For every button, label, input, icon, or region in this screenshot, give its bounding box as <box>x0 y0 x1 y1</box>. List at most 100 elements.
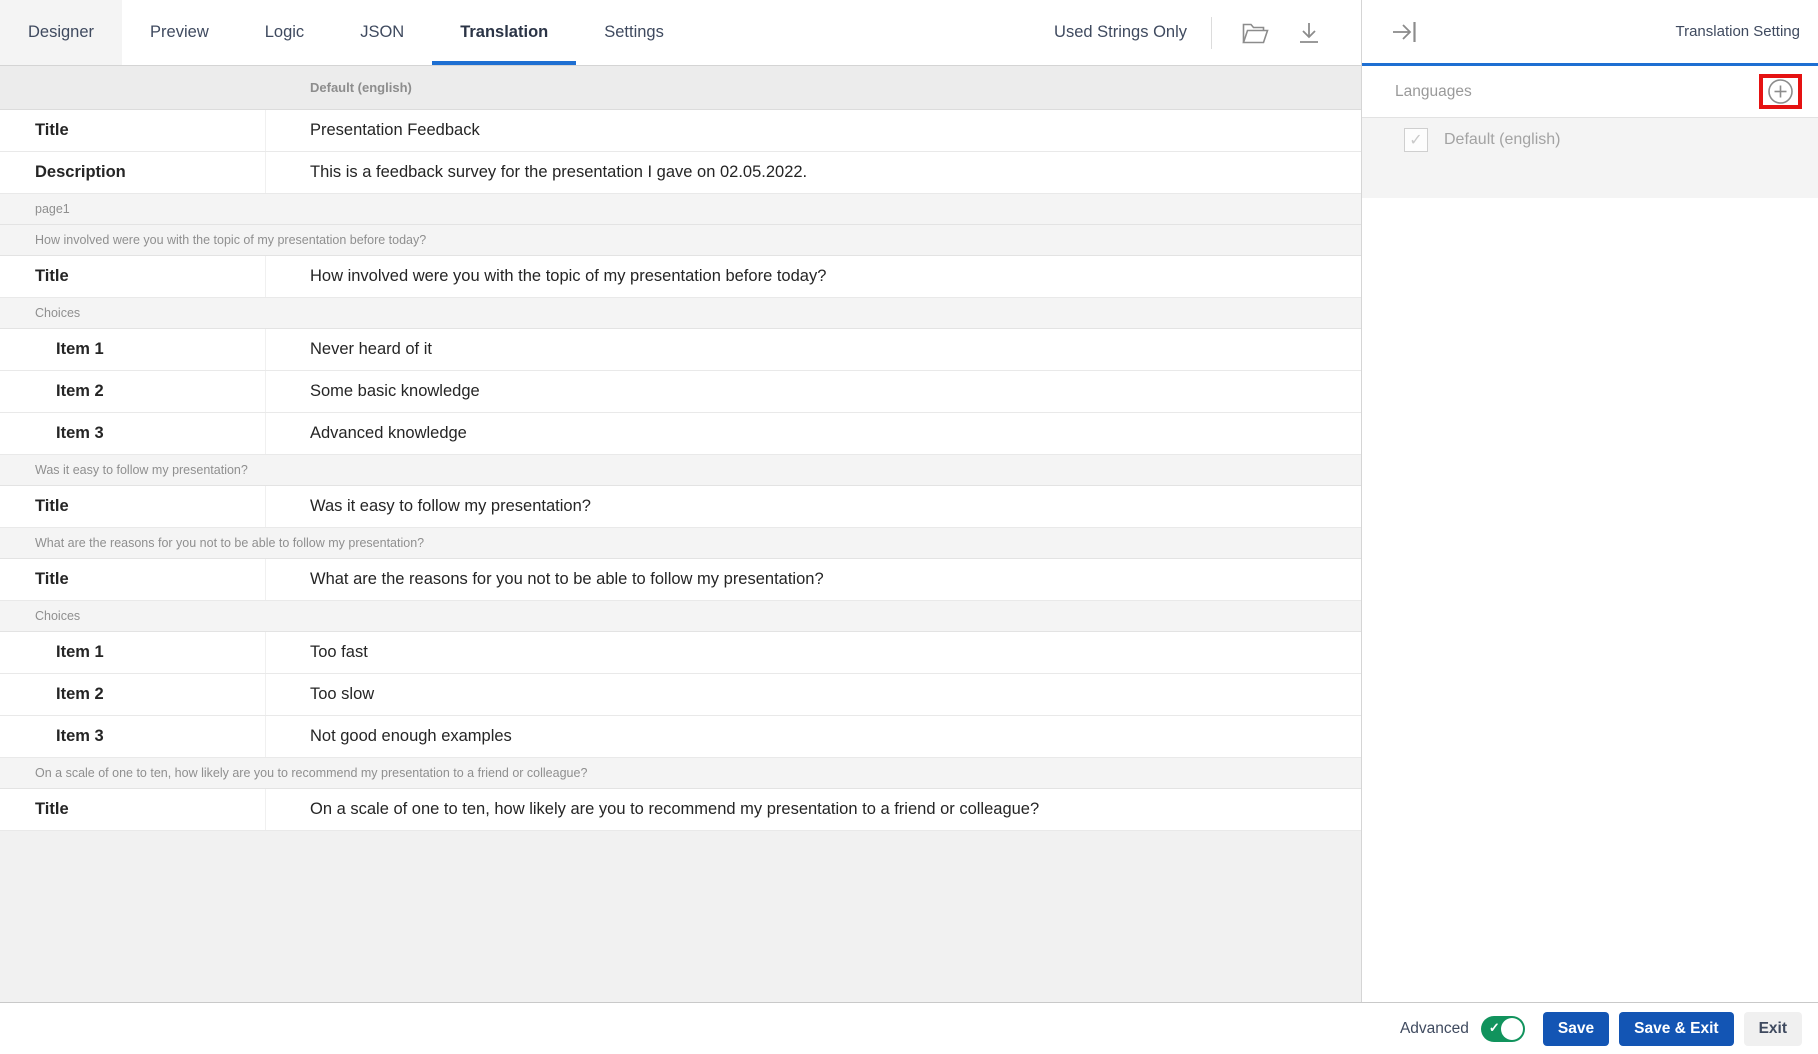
tab-label: Designer <box>28 23 94 42</box>
translation-value-cell[interactable]: Some basic knowledge <box>266 371 1361 412</box>
translation-row: TitleHow involved were you with the topi… <box>0 256 1361 298</box>
section-label: Was it easy to follow my presentation? <box>35 463 248 477</box>
translation-value-cell[interactable]: How involved were you with the topic of … <box>266 256 1361 297</box>
section-row: page1 <box>0 194 1361 225</box>
translation-value-cell[interactable]: This is a feedback survey for the presen… <box>266 152 1361 193</box>
tab-label: Preview <box>150 23 209 42</box>
translation-row: TitleOn a scale of one to ten, how likel… <box>0 789 1361 831</box>
row-label: Title <box>0 486 266 527</box>
tab-label: Logic <box>265 23 304 42</box>
export-button[interactable] <box>1297 21 1321 45</box>
toggle-knob <box>1501 1018 1523 1040</box>
translation-row: TitleWhat are the reasons for you not to… <box>0 559 1361 601</box>
translation-row: Item 1Too fast <box>0 632 1361 674</box>
creator-tab-bar: Designer Preview Logic JSON Translation … <box>0 0 1361 66</box>
section-row: Choices <box>0 601 1361 632</box>
tab-label: Settings <box>604 23 664 42</box>
section-label: Choices <box>35 306 80 320</box>
table-empty-area <box>0 831 1361 1002</box>
section-label: On a scale of one to ten, how likely are… <box>35 766 587 780</box>
translation-value-cell[interactable]: Not good enough examples <box>266 716 1361 757</box>
open-folder-icon <box>1242 22 1269 44</box>
collapse-panel-button[interactable] <box>1392 21 1418 43</box>
tab-json[interactable]: JSON <box>332 0 432 65</box>
check-icon: ✓ <box>1489 1020 1500 1036</box>
translation-row: Item 1Never heard of it <box>0 329 1361 371</box>
check-icon: ✓ <box>1409 130 1422 150</box>
language-list: ✓ Default (english) <box>1362 118 1818 198</box>
languages-label: Languages <box>1395 83 1472 101</box>
save-button[interactable]: Save <box>1543 1012 1609 1046</box>
tab-designer[interactable]: Designer <box>0 0 122 65</box>
used-strings-only-control[interactable]: Used Strings Only <box>1054 23 1187 42</box>
tab-label: Translation <box>460 23 548 42</box>
row-label: Title <box>0 110 266 151</box>
translation-value-cell[interactable]: What are the reasons for you not to be a… <box>266 559 1361 600</box>
tab-logic[interactable]: Logic <box>237 0 332 65</box>
section-row: Was it easy to follow my presentation? <box>0 455 1361 486</box>
arrow-right-to-bar-icon <box>1392 21 1418 43</box>
translation-value-cell[interactable]: Presentation Feedback <box>266 110 1361 151</box>
languages-header: Languages <box>1362 66 1818 118</box>
translation-table: Default (english) TitlePresentation Feed… <box>0 66 1361 1002</box>
translation-value-cell[interactable]: Was it easy to follow my presentation? <box>266 486 1361 527</box>
row-label: Title <box>0 559 266 600</box>
row-label: Item 2 <box>0 371 266 412</box>
row-label: Title <box>0 789 266 830</box>
section-label: page1 <box>35 202 70 216</box>
add-language-button[interactable] <box>1767 78 1794 105</box>
app-window: Designer Preview Logic JSON Translation … <box>0 0 1818 1002</box>
download-icon <box>1297 21 1321 45</box>
section-label: What are the reasons for you not to be a… <box>35 536 424 550</box>
tab-translation[interactable]: Translation <box>432 0 576 65</box>
translation-row: TitleWas it easy to follow my presentati… <box>0 486 1361 528</box>
column-header-label: Default (english) <box>0 80 412 95</box>
translation-toolbar: Used Strings Only <box>1054 0 1361 65</box>
row-label: Item 3 <box>0 413 266 454</box>
tab-settings[interactable]: Settings <box>576 0 692 65</box>
language-item-default: ✓ Default (english) <box>1362 118 1818 162</box>
panel-title: Translation Setting <box>1675 23 1800 40</box>
language-column-header: Default (english) <box>0 66 1361 110</box>
translation-settings-panel: Translation Setting Languages ✓ <box>1362 0 1818 1002</box>
section-label: How involved were you with the topic of … <box>35 233 426 247</box>
section-row: What are the reasons for you not to be a… <box>0 528 1361 559</box>
active-tab-underline <box>432 61 576 65</box>
translation-row: TitlePresentation Feedback <box>0 110 1361 152</box>
language-name: Default (english) <box>1444 131 1561 149</box>
translation-value-cell[interactable]: Never heard of it <box>266 329 1361 370</box>
row-label: Item 1 <box>0 329 266 370</box>
translation-editor: Designer Preview Logic JSON Translation … <box>0 0 1362 1002</box>
translation-row: Item 2Some basic knowledge <box>0 371 1361 413</box>
translation-value-cell[interactable]: Advanced knowledge <box>266 413 1361 454</box>
translation-row: Item 2Too slow <box>0 674 1361 716</box>
translation-value-cell[interactable]: Too fast <box>266 632 1361 673</box>
advanced-label: Advanced <box>1400 1020 1469 1038</box>
translation-row: Item 3Not good enough examples <box>0 716 1361 758</box>
creator-footer: Advanced ✓ Save Save & Exit Exit <box>0 1002 1818 1054</box>
section-row: Choices <box>0 298 1361 329</box>
row-label: Title <box>0 256 266 297</box>
plus-circle-icon <box>1767 78 1794 105</box>
translation-value-cell[interactable]: On a scale of one to ten, how likely are… <box>266 789 1361 830</box>
annotation-highlight <box>1759 74 1802 109</box>
import-button[interactable] <box>1242 22 1269 44</box>
language-checkbox[interactable]: ✓ <box>1404 128 1428 152</box>
translation-value-cell[interactable]: Too slow <box>266 674 1361 715</box>
exit-button[interactable]: Exit <box>1744 1012 1802 1046</box>
row-label: Item 2 <box>0 674 266 715</box>
row-label: Item 1 <box>0 632 266 673</box>
panel-header: Translation Setting <box>1362 0 1818 66</box>
row-label: Description <box>0 152 266 193</box>
row-label: Item 3 <box>0 716 266 757</box>
section-row: How involved were you with the topic of … <box>0 225 1361 256</box>
toolbar-divider <box>1211 17 1212 49</box>
translation-table-rows: TitlePresentation FeedbackDescriptionThi… <box>0 110 1361 831</box>
section-row: On a scale of one to ten, how likely are… <box>0 758 1361 789</box>
advanced-toggle[interactable]: ✓ <box>1481 1016 1525 1042</box>
section-label: Choices <box>35 609 80 623</box>
translation-row: DescriptionThis is a feedback survey for… <box>0 152 1361 194</box>
save-and-exit-button[interactable]: Save & Exit <box>1619 1012 1733 1046</box>
translation-row: Item 3Advanced knowledge <box>0 413 1361 455</box>
tab-preview[interactable]: Preview <box>122 0 237 65</box>
